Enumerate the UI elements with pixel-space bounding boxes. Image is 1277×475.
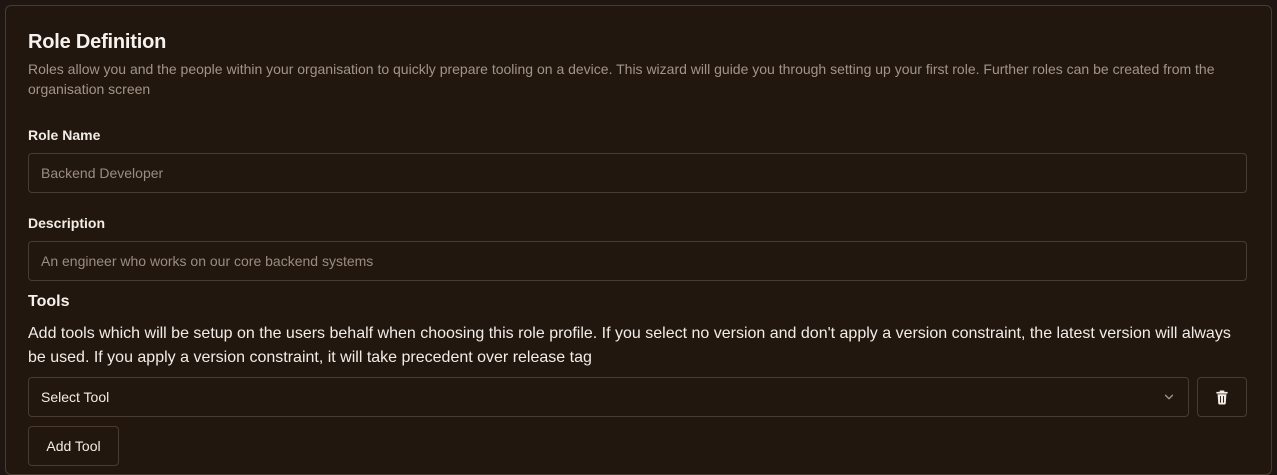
section-description: Roles allow you and the people within yo…: [28, 61, 1215, 97]
chevron-down-icon: [1164, 394, 1174, 400]
tools-title: Tools: [28, 293, 70, 310]
description-label: Description: [28, 215, 106, 231]
delete-tool-button[interactable]: [1197, 377, 1247, 417]
description-input[interactable]: [28, 241, 1247, 281]
tool-select[interactable]: Select Tool: [28, 377, 1189, 417]
tool-select-value: Select Tool: [41, 389, 110, 405]
add-tool-button[interactable]: Add Tool: [28, 426, 119, 466]
role-name-label: Role Name: [28, 127, 101, 143]
trash-icon: [1216, 389, 1228, 405]
tools-description: Add tools which will be setup on the use…: [28, 325, 1231, 366]
role-definition-card: Role Definition Roles allow you and the …: [5, 5, 1272, 475]
section-title: Role Definition: [28, 31, 167, 53]
role-name-input[interactable]: [28, 153, 1247, 193]
